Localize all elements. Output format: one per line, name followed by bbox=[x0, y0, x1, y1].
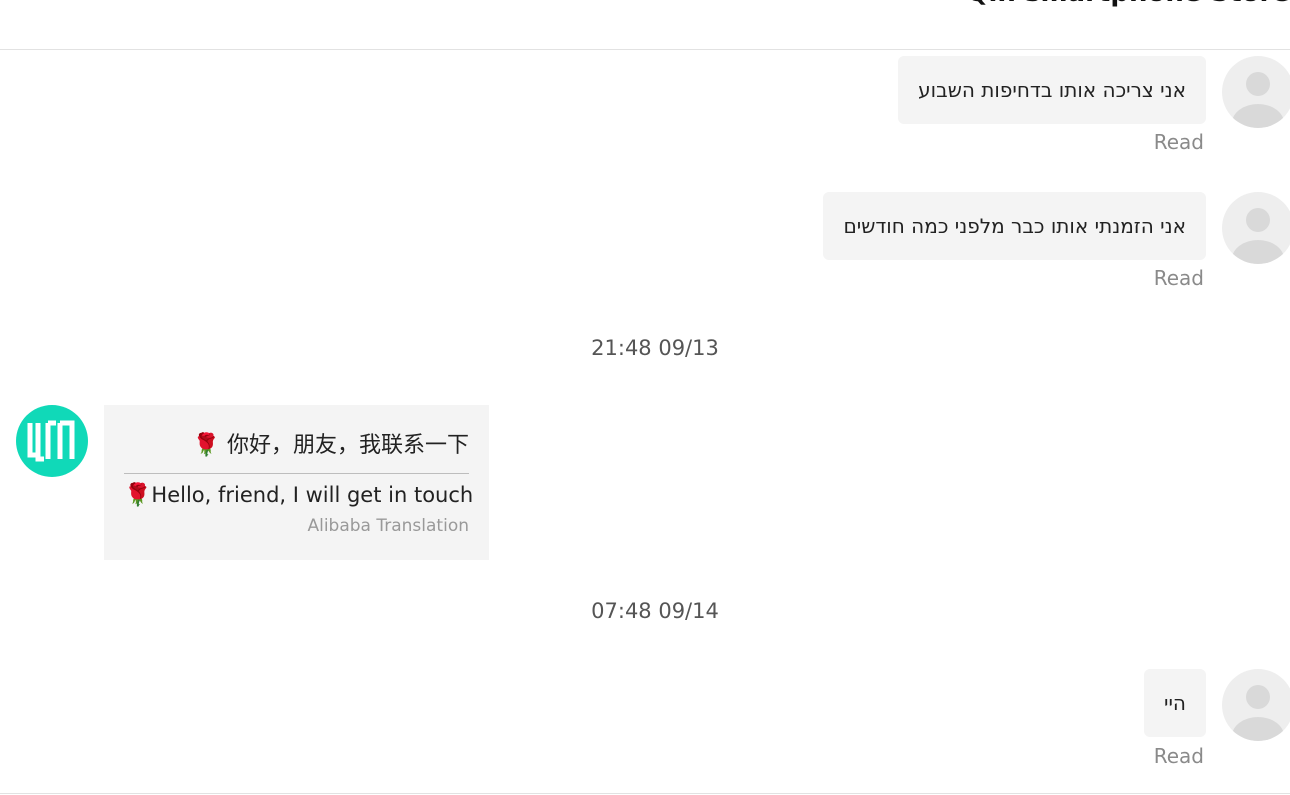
rose-emoji-icon: 🌹 bbox=[124, 483, 152, 508]
read-status: Read bbox=[1153, 744, 1204, 768]
read-status: Read bbox=[1153, 266, 1204, 290]
message-timestamp: 21:48 09/13 bbox=[591, 336, 719, 360]
read-status: Read bbox=[1153, 130, 1204, 154]
translation-divider bbox=[124, 473, 469, 474]
rose-emoji-icon: 🌹 bbox=[192, 433, 220, 458]
outgoing-message: אני צריכה אותו בדחיפות השבוע bbox=[898, 56, 1206, 124]
qin-logo-icon[interactable] bbox=[16, 405, 88, 477]
original-text: 🌹 你好，朋友，我联系一下 bbox=[192, 433, 469, 458]
translated-text: 🌹Hello, friend, I will get in touch bbox=[124, 483, 474, 508]
store-title: Qin smartphone Store bbox=[966, 0, 1290, 8]
footer-divider bbox=[0, 793, 1290, 794]
outgoing-message: היי bbox=[1143, 669, 1206, 737]
message-timestamp: 07:48 09/14 bbox=[591, 599, 719, 623]
translation-source: Alibaba Translation bbox=[307, 516, 469, 536]
user-avatar-icon bbox=[1222, 56, 1290, 128]
user-avatar-icon bbox=[1222, 192, 1290, 264]
incoming-message: 🌹 你好，朋友，我联系一下 🌹Hello, friend, I will get… bbox=[104, 405, 489, 560]
outgoing-message: אני הזמנתי אותו כבר מלפני כמה חודשים bbox=[823, 192, 1206, 260]
user-avatar-icon bbox=[1222, 669, 1290, 741]
chat-header: Qin smartphone Store bbox=[0, 0, 1290, 50]
